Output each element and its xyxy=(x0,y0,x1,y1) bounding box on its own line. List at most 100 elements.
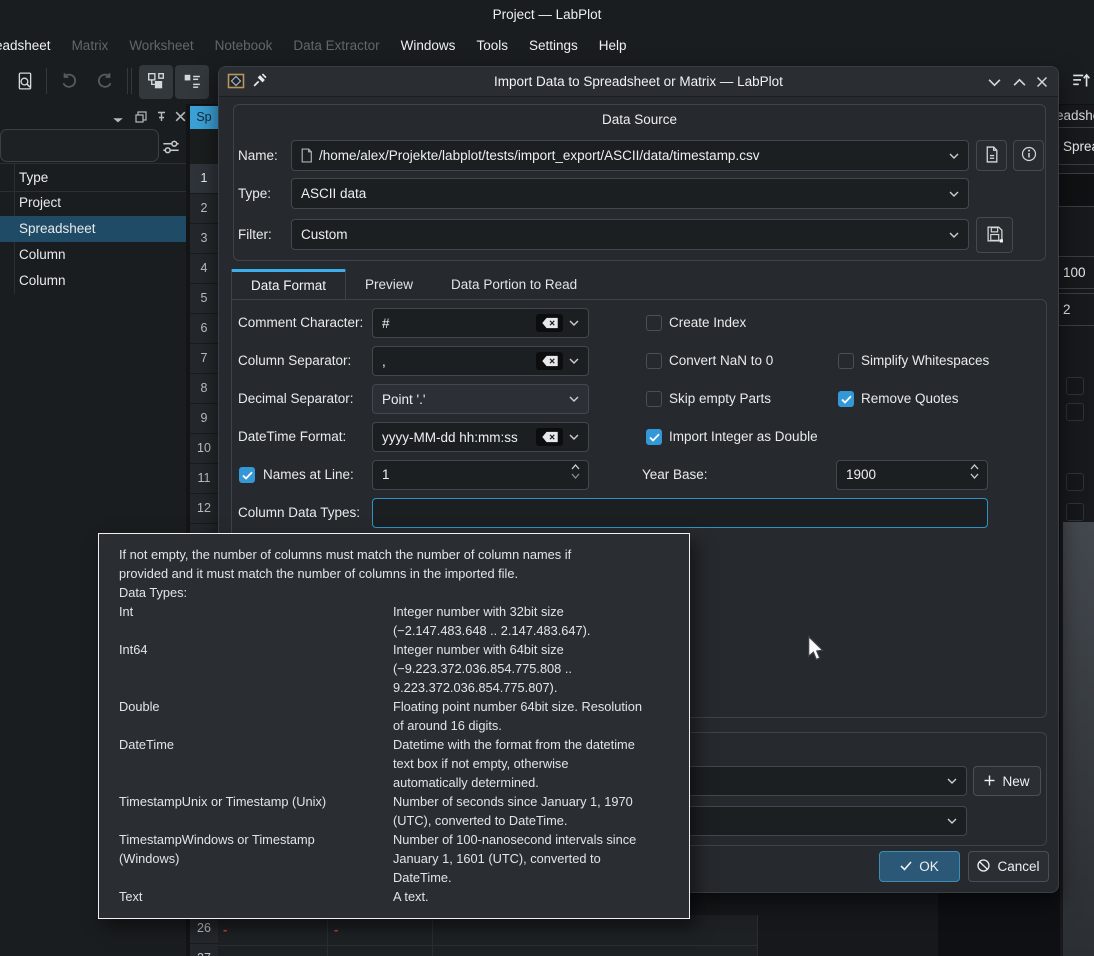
column-data-types-label: Column Data Types: xyxy=(238,498,360,528)
menu-notebook[interactable]: Notebook xyxy=(215,38,273,53)
tooltip-intro-line: provided and it must match the number of… xyxy=(119,564,677,583)
tooltip-entry: IntInteger number with 32bit size(−2.147… xyxy=(119,602,677,640)
filter-options-button[interactable] xyxy=(160,135,182,162)
dock-checkbox[interactable] xyxy=(1066,403,1084,421)
invalid-cell-value[interactable]: - xyxy=(223,922,227,937)
dock-checkbox[interactable] xyxy=(1066,473,1084,491)
comment-character-combobox[interactable]: # xyxy=(372,308,589,338)
row-header-3[interactable]: 3 xyxy=(190,224,218,254)
clear-text-icon[interactable] xyxy=(536,352,563,370)
tab-data-portion-to-read[interactable]: Data Portion to Read xyxy=(432,269,596,300)
spreadsheet-row-26[interactable] xyxy=(218,915,757,945)
datetime-format-combobox[interactable]: yyyy-MM-dd hh:mm:ss xyxy=(372,422,589,452)
data-type-description: Datetime with the format from the dateti… xyxy=(393,735,677,792)
names-at-line-checkbox[interactable] xyxy=(239,467,255,483)
dialog-shade-icon[interactable] xyxy=(986,74,1002,90)
dock-checkbox[interactable] xyxy=(1066,377,1084,395)
panel-menu-chevron-icon[interactable] xyxy=(112,112,124,127)
new-project-button[interactable] xyxy=(8,65,42,99)
file-name-combobox[interactable]: /home/alex/Projekte/labplot/tests/import… xyxy=(291,140,969,171)
explorer-row-column[interactable]: Column xyxy=(0,268,186,294)
redo-button[interactable] xyxy=(88,65,122,99)
menu-help[interactable]: Help xyxy=(599,38,627,53)
sort-ascending-icon xyxy=(1071,71,1091,94)
row-header-12[interactable]: 12 xyxy=(190,494,218,524)
spreadsheet-row-27[interactable] xyxy=(218,945,757,956)
explorer-column-header[interactable]: Type xyxy=(0,163,186,192)
row-header-2[interactable]: 2 xyxy=(190,194,218,224)
skip-empty-parts-checkbox[interactable] xyxy=(646,391,662,407)
new-container-button[interactable]: New xyxy=(973,766,1041,796)
data-type-description: A text. xyxy=(393,887,677,906)
spin-arrows-icon[interactable] xyxy=(970,464,979,479)
explorer-filter-input[interactable] xyxy=(0,129,159,162)
spreadsheet-corner-header[interactable] xyxy=(190,129,218,164)
tab-preview[interactable]: Preview xyxy=(346,269,432,300)
year-base-spinbox[interactable]: 1900 xyxy=(836,460,988,490)
explorer-row-column[interactable]: Column xyxy=(0,242,186,268)
row-header-8[interactable]: 8 xyxy=(190,374,218,404)
menu-windows[interactable]: Windows xyxy=(401,38,456,53)
explorer-row-spreadsheet[interactable]: Spreadsheet xyxy=(0,216,186,242)
row-header-10[interactable]: 10 xyxy=(190,434,218,464)
tab-data-format[interactable]: Data Format xyxy=(231,269,346,300)
menu-data-extractor[interactable]: Data Extractor xyxy=(293,38,379,53)
menu-settings[interactable]: Settings xyxy=(529,38,578,53)
dialog-close-icon[interactable] xyxy=(1034,74,1050,90)
sort-button[interactable] xyxy=(1064,65,1094,99)
filter-combobox[interactable]: Custom xyxy=(291,219,969,250)
names-at-line-spinbox[interactable]: 1 xyxy=(372,460,589,490)
data-type-description: Integer number with 64bit size(−9.223.37… xyxy=(393,640,677,697)
toolbar-separator xyxy=(131,68,132,94)
ok-button[interactable]: OK xyxy=(879,851,960,882)
row-header-1[interactable]: 1 xyxy=(190,164,218,194)
row-header-6[interactable]: 6 xyxy=(190,314,218,344)
dock-rows-value: 100 xyxy=(1063,265,1086,280)
remove-quotes-checkbox[interactable] xyxy=(838,391,854,407)
toggle-project-explorer-button[interactable] xyxy=(139,65,173,99)
dialog-titlebar[interactable]: Import Data to Spreadsheet or Matrix — L… xyxy=(219,67,1058,97)
chevron-down-icon xyxy=(949,153,959,159)
explorer-row-project[interactable]: Project xyxy=(0,190,186,216)
spreadsheet-subwindow-tab[interactable]: Sp xyxy=(190,106,218,129)
row-header-27[interactable]: 27 xyxy=(190,944,218,956)
menu-tools[interactable]: Tools xyxy=(476,38,508,53)
menu-spreadsheet[interactable]: Spreadsheet xyxy=(0,38,51,53)
row-header-7[interactable]: 7 xyxy=(190,344,218,374)
dock-checkbox[interactable] xyxy=(1066,503,1084,521)
dialog-unshade-icon[interactable] xyxy=(1011,74,1027,90)
undo-button[interactable] xyxy=(52,65,86,99)
toggle-properties-button[interactable] xyxy=(175,65,209,99)
column-data-types-tooltip: If not empty, the number of columns must… xyxy=(98,533,690,919)
open-file-button[interactable] xyxy=(976,140,1007,171)
file-info-button[interactable] xyxy=(1013,140,1044,171)
type-combobox[interactable]: ASCII data xyxy=(291,178,969,209)
decimal-separator-combobox[interactable]: Point '.' xyxy=(372,384,589,414)
column-data-types-input[interactable] xyxy=(372,498,988,528)
simplify-whitespaces-checkbox[interactable] xyxy=(838,353,854,369)
convert-nan-checkbox[interactable] xyxy=(646,353,662,369)
spin-arrows-icon[interactable] xyxy=(571,464,580,479)
row-header-4[interactable]: 4 xyxy=(190,254,218,284)
row-header-9[interactable]: 9 xyxy=(190,404,218,434)
info-icon xyxy=(1021,146,1037,165)
row-header-5[interactable]: 5 xyxy=(190,284,218,314)
chevron-down-icon xyxy=(949,232,959,238)
import-integer-as-double-checkbox[interactable] xyxy=(646,429,662,445)
clear-text-icon[interactable] xyxy=(536,314,563,332)
column-separator-combobox[interactable]: , xyxy=(372,346,589,376)
chevron-down-icon xyxy=(569,434,579,440)
row-header-11[interactable]: 11 xyxy=(190,464,218,494)
type-label: Type: xyxy=(238,178,271,209)
menu-worksheet[interactable]: Worksheet xyxy=(129,38,193,53)
invalid-cell-value[interactable]: - xyxy=(334,922,338,937)
menu-matrix[interactable]: Matrix xyxy=(72,38,109,53)
panel-pin-icon[interactable] xyxy=(155,110,168,127)
cancel-button[interactable]: Cancel xyxy=(968,851,1049,882)
clear-text-icon[interactable] xyxy=(536,428,563,446)
create-index-checkbox[interactable] xyxy=(646,315,662,331)
save-filter-button[interactable] xyxy=(976,217,1013,253)
name-label: Name: xyxy=(238,140,278,171)
panel-float-icon[interactable] xyxy=(134,110,148,127)
tooltip-entry: TextA text. xyxy=(119,887,677,906)
